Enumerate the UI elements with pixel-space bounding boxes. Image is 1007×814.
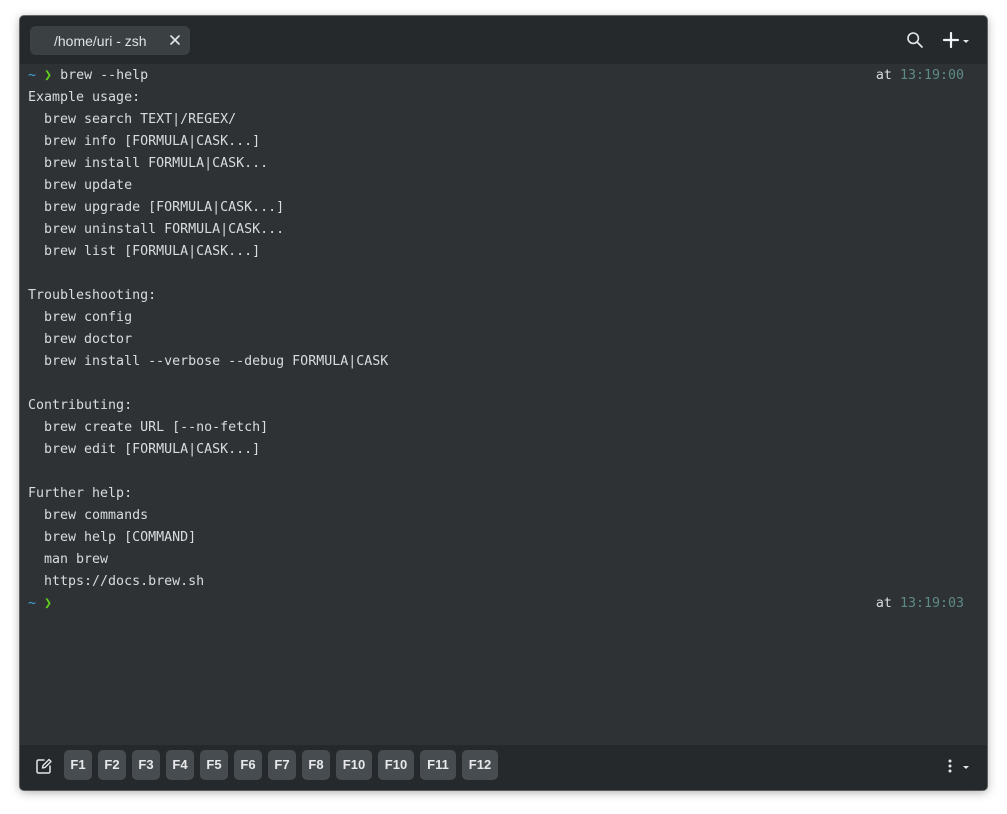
output-line: https://docs.brew.sh	[28, 574, 205, 589]
search-icon[interactable]	[906, 31, 924, 54]
output-line: brew create URL [--no-fetch]	[28, 420, 269, 435]
f12-key-button[interactable]: F12	[462, 750, 498, 780]
prompt-line: ~ ❯	[28, 593, 52, 615]
prompt-line: ~ ❯ brew --help	[28, 65, 148, 87]
f11-key-button[interactable]: F11	[420, 750, 456, 780]
output-line: brew upgrade [FORMULA|CASK...]	[28, 200, 285, 215]
output-line: Further help:	[28, 486, 133, 501]
f10-key-button[interactable]: F10	[378, 750, 414, 780]
right-prompt: at 13:19:00	[876, 65, 964, 87]
output-line: brew commands	[28, 508, 149, 523]
right-prompt-at: at	[875, 596, 892, 611]
tab-title: /home/uri - zsh	[54, 33, 147, 49]
f5-key-button[interactable]: F5	[200, 750, 228, 780]
f7-key-button[interactable]: F7	[268, 750, 296, 780]
f10-key-button[interactable]: F10	[336, 750, 372, 780]
terminal-window: /home/uri - zsh ~ ❯ brew --help at 13:19…	[20, 16, 987, 790]
more-menu-button[interactable]	[944, 758, 974, 781]
prompt-tilde: ~	[28, 596, 37, 611]
f2-key-button[interactable]: F2	[98, 750, 126, 780]
output-line: brew list [FORMULA|CASK...]	[28, 244, 261, 259]
function-key-bar: F1 F2 F3 F4 F5 F6 F7 F8 F10 F10 F11 F12	[20, 745, 987, 790]
new-tab-button[interactable]	[942, 31, 972, 54]
f3-key-button[interactable]: F3	[132, 750, 160, 780]
output-line: brew config	[28, 310, 133, 325]
output-line: brew search TEXT|/REGEX/	[28, 112, 237, 127]
output-line: brew info [FORMULA|CASK...]	[28, 134, 261, 149]
tab-zsh[interactable]: /home/uri - zsh	[30, 26, 190, 55]
command-text: brew --help	[60, 68, 149, 83]
prompt-tilde: ~	[28, 68, 37, 83]
f4-key-button[interactable]: F4	[166, 750, 194, 780]
output-line: Troubleshooting:	[28, 288, 157, 303]
output-line: brew help [COMMAND]	[28, 530, 197, 545]
output-line: brew edit [FORMULA|CASK...]	[28, 442, 261, 457]
right-prompt: at 13:19:03	[876, 593, 964, 615]
title-bar: /home/uri - zsh	[20, 16, 987, 64]
terminal-output[interactable]: ~ ❯ brew --help at 13:19:00 Example usag…	[20, 64, 987, 745]
edit-icon[interactable]	[35, 757, 53, 780]
more-vertical-icon	[948, 759, 969, 773]
close-icon[interactable]	[167, 32, 183, 48]
f8-key-button[interactable]: F8	[302, 750, 330, 780]
output-line: brew install --verbose --debug FORMULA|C…	[28, 354, 389, 369]
output-line: brew install FORMULA|CASK...	[28, 156, 269, 171]
right-prompt-time: 13:19:03	[899, 596, 964, 611]
prompt-arrow: ❯	[44, 596, 53, 611]
f1-key-button[interactable]: F1	[64, 750, 92, 780]
prompt-arrow: ❯	[44, 68, 53, 83]
output-line: man brew	[28, 552, 109, 567]
f6-key-button[interactable]: F6	[234, 750, 262, 780]
output-line: brew uninstall FORMULA|CASK...	[28, 222, 285, 237]
right-prompt-at: at	[875, 68, 892, 83]
right-prompt-time: 13:19:00	[899, 68, 964, 83]
plus-icon	[942, 31, 969, 49]
output-line: Contributing:	[28, 398, 133, 413]
output-line: brew update	[28, 178, 133, 193]
output-line: Example usage:	[28, 90, 141, 105]
output-line: brew doctor	[28, 332, 133, 347]
